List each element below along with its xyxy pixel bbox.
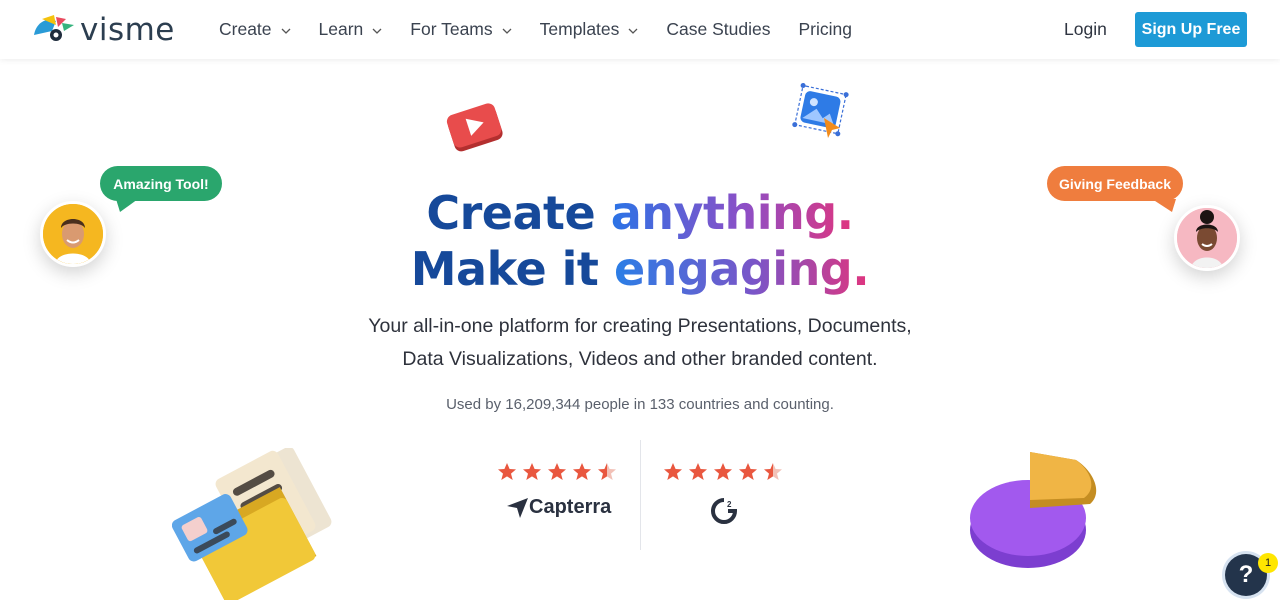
nav-learn[interactable]: Learn	[319, 19, 383, 40]
help-icon: ?	[1238, 561, 1254, 588]
headline-part: Make it	[410, 242, 614, 296]
capterra-logo-icon	[507, 497, 528, 518]
rating-divider	[640, 440, 641, 550]
capterra-rating-stars	[497, 462, 622, 482]
nav-templates[interactable]: Templates	[540, 19, 639, 40]
headline-line-2: Make it engaging.	[0, 242, 1280, 296]
nav-case-studies[interactable]: Case Studies	[666, 19, 770, 40]
g2-logo-icon[interactable]: 2	[711, 498, 737, 524]
pie-chart-illustration	[970, 452, 1097, 568]
nav-create-label: Create	[219, 19, 272, 39]
usage-stat: Used by 16,209,344 people in 133 countri…	[446, 396, 834, 413]
g2-rating-stars	[663, 462, 788, 482]
nav-for-teams[interactable]: For Teams	[410, 19, 512, 40]
folder-illustration	[172, 448, 332, 600]
headline-line-1: Create anything.	[0, 186, 1280, 240]
star-icon	[664, 463, 682, 480]
main-nav: Create Learn For Teams Templates Case St…	[219, 0, 880, 59]
star-half-icon	[598, 463, 616, 480]
hero-subtitle-line-1: Your all-in-one platform for creating Pr…	[368, 315, 912, 337]
headline-highlight: anything.	[610, 186, 854, 240]
chevron-down-icon	[372, 28, 382, 34]
headline-part: Create	[426, 186, 611, 240]
nav-pricing-label: Pricing	[798, 19, 853, 39]
site-header: visme Create Learn For Teams Templates C…	[0, 0, 1280, 59]
star-half-icon	[764, 463, 782, 480]
notification-badge: 1	[1258, 553, 1278, 573]
nav-for-teams-label: For Teams	[410, 19, 493, 39]
svg-text:2: 2	[727, 500, 732, 509]
visme-logo-icon	[34, 15, 74, 41]
sign-up-button[interactable]: Sign Up Free	[1135, 12, 1247, 47]
headline-highlight: engaging.	[613, 242, 870, 296]
capterra-label: Capterra	[529, 496, 612, 518]
star-icon	[739, 463, 757, 480]
chevron-down-icon	[628, 28, 638, 34]
star-icon	[714, 463, 732, 480]
nav-case-studies-label: Case Studies	[666, 19, 771, 39]
login-link[interactable]: Login	[1064, 19, 1107, 40]
nav-templates-label: Templates	[539, 19, 620, 39]
star-icon	[689, 463, 707, 480]
hero-subtitle-line-2: Data Visualizations, Videos and other br…	[402, 348, 878, 370]
nav-learn-label: Learn	[318, 19, 364, 39]
nav-pricing[interactable]: Pricing	[799, 19, 853, 40]
star-icon	[573, 463, 591, 480]
star-icon	[548, 463, 566, 480]
star-icon	[498, 463, 516, 480]
logo-text: visme	[80, 12, 175, 48]
chevron-down-icon	[281, 28, 290, 34]
nav-create[interactable]: Create	[219, 19, 291, 40]
chevron-down-icon	[502, 28, 512, 34]
image-icon	[792, 82, 849, 138]
visme-logo[interactable]: visme	[32, 12, 175, 48]
capterra-logo[interactable]: Capterra	[507, 496, 611, 519]
star-icon	[523, 463, 541, 480]
play-icon	[446, 103, 503, 152]
